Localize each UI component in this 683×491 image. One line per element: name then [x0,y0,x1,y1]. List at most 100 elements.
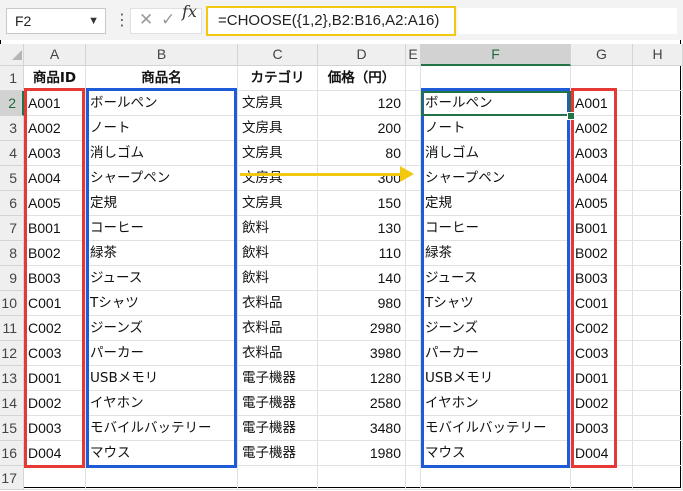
cell-h1[interactable] [633,66,683,91]
row-header-1[interactable]: 1 [0,66,24,91]
cell-h17[interactable] [633,466,683,490]
cell-d8[interactable]: 110 [318,241,406,266]
cell-a17[interactable] [24,466,86,490]
more-options-icon[interactable]: ⋮ [114,10,130,29]
column-header-b[interactable]: B [86,44,238,66]
cell-e12[interactable] [406,341,421,366]
chevron-down-icon[interactable]: ▼ [88,9,99,33]
enter-icon[interactable]: ✓ [161,10,175,30]
column-header-f[interactable]: F [421,44,571,66]
row-header-10[interactable]: 10 [0,291,24,316]
cell-e11[interactable] [406,316,421,341]
cell-h11[interactable] [633,316,683,341]
cell-c12[interactable]: 衣料品 [238,341,318,366]
formula-input[interactable]: =CHOOSE({1,2},B2:B16,A2:A16) [206,6,456,36]
cell-e2[interactable] [406,91,421,116]
cell-d12[interactable]: 3980 [318,341,406,366]
cell-e10[interactable] [406,291,421,316]
cell-d15[interactable]: 3480 [318,416,406,441]
cell-h8[interactable] [633,241,683,266]
row-header-17[interactable]: 17 [0,466,24,490]
cell-e3[interactable] [406,116,421,141]
row-header-12[interactable]: 12 [0,341,24,366]
column-header-h[interactable]: H [633,44,683,66]
cell-h16[interactable] [633,441,683,466]
cell-d11[interactable]: 2980 [318,316,406,341]
cell-h7[interactable] [633,216,683,241]
insert-function-icon[interactable]: fx [182,2,197,21]
cell-h5[interactable] [633,166,683,191]
cell-h3[interactable] [633,116,683,141]
column-header-e[interactable]: E [406,44,421,66]
cell-h15[interactable] [633,416,683,441]
cell-d4[interactable]: 80 [318,141,406,166]
cell-c14[interactable]: 電子機器 [238,391,318,416]
cell-d10[interactable]: 980 [318,291,406,316]
cell-h10[interactable] [633,291,683,316]
row-header-7[interactable]: 7 [0,216,24,241]
cell-d3[interactable]: 200 [318,116,406,141]
cell-c5[interactable]: 文房具 [238,166,318,191]
cell-e9[interactable] [406,266,421,291]
cell-h2[interactable] [633,91,683,116]
cell-c4[interactable]: 文房具 [238,141,318,166]
cell-c13[interactable]: 電子機器 [238,366,318,391]
cell-e6[interactable] [406,191,421,216]
cell-h13[interactable] [633,366,683,391]
row-header-14[interactable]: 14 [0,391,24,416]
cell-h12[interactable] [633,341,683,366]
cell-c8[interactable]: 飲料 [238,241,318,266]
cell-e16[interactable] [406,441,421,466]
row-header-4[interactable]: 4 [0,141,24,166]
cell-c3[interactable]: 文房具 [238,116,318,141]
cell-h6[interactable] [633,191,683,216]
cell-d17[interactable] [318,466,406,490]
cell-e15[interactable] [406,416,421,441]
row-header-6[interactable]: 6 [0,191,24,216]
cell-c15[interactable]: 電子機器 [238,416,318,441]
cell-b17[interactable] [86,466,238,490]
row-header-15[interactable]: 15 [0,416,24,441]
cell-e13[interactable] [406,366,421,391]
cell-d7[interactable]: 130 [318,216,406,241]
cell-e14[interactable] [406,391,421,416]
cell-d14[interactable]: 2580 [318,391,406,416]
cell-c10[interactable]: 衣料品 [238,291,318,316]
cell-c9[interactable]: 飲料 [238,266,318,291]
cell-h4[interactable] [633,141,683,166]
row-header-16[interactable]: 16 [0,441,24,466]
cell-f17[interactable] [421,466,571,490]
fill-handle[interactable] [567,112,575,120]
cell-h9[interactable] [633,266,683,291]
cell-c17[interactable] [238,466,318,490]
cancel-icon[interactable]: ✕ [139,10,153,30]
cell-e1[interactable] [406,66,421,91]
cell-c6[interactable]: 文房具 [238,191,318,216]
column-header-c[interactable]: C [238,44,318,66]
name-box[interactable]: F2 ▼ [6,8,106,34]
row-header-2[interactable]: 2 [0,91,24,116]
column-header-a[interactable]: A [24,44,86,66]
cell-c7[interactable]: 飲料 [238,216,318,241]
cell-g17[interactable] [571,466,633,490]
cell-d13[interactable]: 1280 [318,366,406,391]
cell-c16[interactable]: 電子機器 [238,441,318,466]
row-header-3[interactable]: 3 [0,116,24,141]
row-header-8[interactable]: 8 [0,241,24,266]
row-header-13[interactable]: 13 [0,366,24,391]
cell-c2[interactable]: 文房具 [238,91,318,116]
cell-c1[interactable]: カテゴリ [238,66,318,91]
column-header-g[interactable]: G [571,44,633,66]
formula-input-extension[interactable] [458,8,677,34]
row-header-9[interactable]: 9 [0,266,24,291]
cell-e7[interactable] [406,216,421,241]
row-header-11[interactable]: 11 [0,316,24,341]
cell-e17[interactable] [406,466,421,490]
row-header-5[interactable]: 5 [0,166,24,191]
cell-e8[interactable] [406,241,421,266]
cell-d16[interactable]: 1980 [318,441,406,466]
column-header-d[interactable]: D [318,44,406,66]
cell-d9[interactable]: 140 [318,266,406,291]
cell-d6[interactable]: 150 [318,191,406,216]
cell-d1[interactable]: 価格（円） [318,66,406,91]
